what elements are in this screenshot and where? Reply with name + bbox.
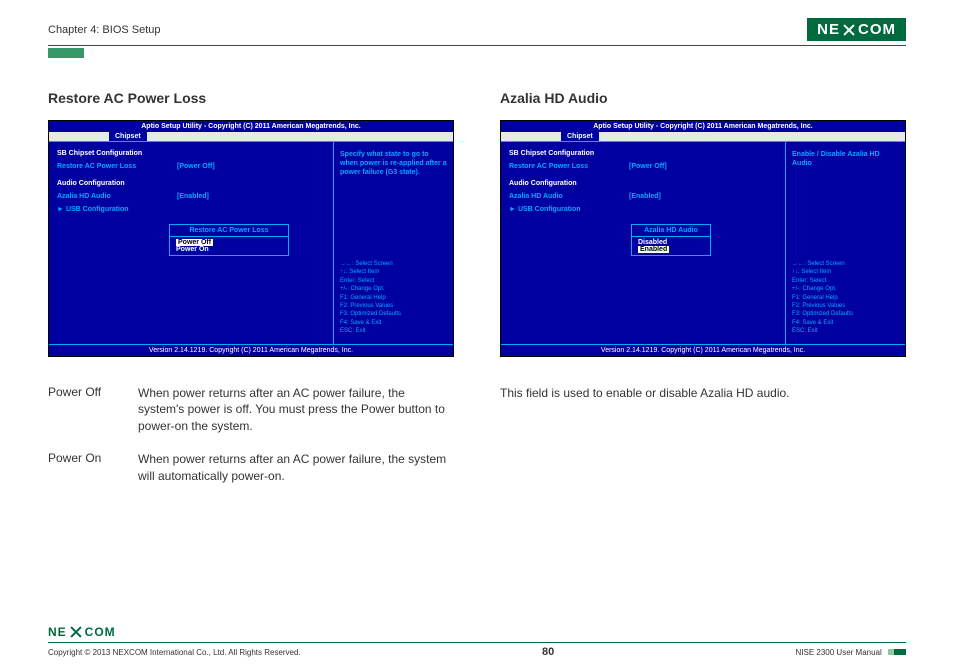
bios-help-text: Specify what state to go to when power i…	[340, 150, 447, 220]
bios-tab-chipset: Chipset	[109, 132, 147, 141]
desc-text-poweroff: When power returns after an AC power fai…	[138, 385, 454, 435]
footer-squares-icon	[888, 649, 906, 655]
desc-term-poweron: Power On	[48, 451, 138, 485]
page-footer: NE COM Copyright © 2013 NEXCOM Internati…	[48, 624, 906, 658]
cfg-restore-value: [Power Off]	[177, 163, 215, 170]
cfg-azalia-value: [Enabled]	[177, 193, 209, 200]
popup-opt-enabled: Enabled	[638, 246, 669, 253]
desc-text-poweron: When power returns after an AC power fai…	[138, 451, 454, 485]
bios-footer: Version 2.14.1219. Copyright (C) 2011 Am…	[501, 344, 905, 356]
cfg-restore-label: Restore AC Power Loss	[57, 163, 177, 170]
cfg-azalia-value: [Enabled]	[629, 193, 661, 200]
popup-opt-disabled: Disabled	[632, 239, 710, 246]
bios-tabs: Chipset	[49, 132, 453, 141]
accent-tab	[48, 48, 84, 58]
usb-config-link: ►USB Configuration	[57, 206, 325, 213]
bios-tab-chipset: Chipset	[561, 132, 599, 141]
right-column: Azalia HD Audio Aptio Setup Utility - Co…	[500, 90, 906, 501]
bios-screenshot-azalia: Aptio Setup Utility - Copyright (C) 2011…	[500, 120, 906, 357]
bios-tabs: Chipset	[501, 132, 905, 141]
manual-name: NISE 2300 User Manual	[796, 648, 907, 657]
cfg-heading: SB Chipset Configuration	[509, 150, 777, 157]
popup-azalia: Azalia HD Audio Disabled Enabled	[631, 224, 711, 256]
popup-restore: Restore AC Power Loss Power Off Power On	[169, 224, 289, 256]
cfg-azalia-label: Azalia HD Audio	[57, 193, 177, 200]
desc-term-poweroff: Power Off	[48, 385, 138, 435]
bios-screenshot-restore: Aptio Setup Utility - Copyright (C) 2011…	[48, 120, 454, 357]
description-block: Power Off When power returns after an AC…	[48, 385, 454, 485]
cfg-heading: SB Chipset Configuration	[57, 150, 325, 157]
page-header: Chapter 4: BIOS Setup NE COM	[48, 18, 906, 46]
desc-text-azalia: This field is used to enable or disable …	[500, 385, 906, 402]
cfg-azalia-label: Azalia HD Audio	[509, 193, 629, 200]
arrow-right-icon: ►	[57, 206, 64, 213]
popup-opt-poweron: Power On	[170, 246, 288, 253]
arrow-right-icon: ►	[509, 206, 516, 213]
section-title-restore: Restore AC Power Loss	[48, 90, 454, 106]
page-number: 80	[542, 646, 554, 658]
bios-header: Aptio Setup Utility - Copyright (C) 2011…	[49, 121, 453, 132]
popup-title: Restore AC Power Loss	[170, 227, 288, 237]
popup-opt-poweroff: Power Off	[176, 239, 213, 246]
bios-help-text: Enable / Disable Azalia HD Audio	[792, 150, 899, 220]
section-title-azalia: Azalia HD Audio	[500, 90, 906, 106]
audio-heading: Audio Configuration	[509, 180, 777, 187]
brand-logo: NE COM	[807, 18, 906, 41]
usb-config-link: ►USB Configuration	[509, 206, 777, 213]
bios-key-legend: →←: Select Screen ↑↓: Select Item Enter:…	[340, 260, 447, 336]
bios-footer: Version 2.14.1219. Copyright (C) 2011 Am…	[49, 344, 453, 356]
audio-heading: Audio Configuration	[57, 180, 325, 187]
bios-header: Aptio Setup Utility - Copyright (C) 2011…	[501, 121, 905, 132]
footer-logo: NE COM	[48, 624, 906, 640]
left-column: Restore AC Power Loss Aptio Setup Utilit…	[48, 90, 454, 501]
logo-x-icon	[68, 624, 84, 640]
cfg-restore-value: [Power Off]	[629, 163, 667, 170]
popup-title: Azalia HD Audio	[632, 227, 710, 237]
logo-x-icon	[841, 22, 857, 38]
cfg-restore-label: Restore AC Power Loss	[509, 163, 629, 170]
bios-key-legend: →←: Select Screen ↑↓: Select Item Enter:…	[792, 260, 899, 336]
copyright-text: Copyright © 2013 NEXCOM International Co…	[48, 648, 301, 657]
chapter-label: Chapter 4: BIOS Setup	[48, 24, 161, 36]
description-block: This field is used to enable or disable …	[500, 385, 906, 402]
